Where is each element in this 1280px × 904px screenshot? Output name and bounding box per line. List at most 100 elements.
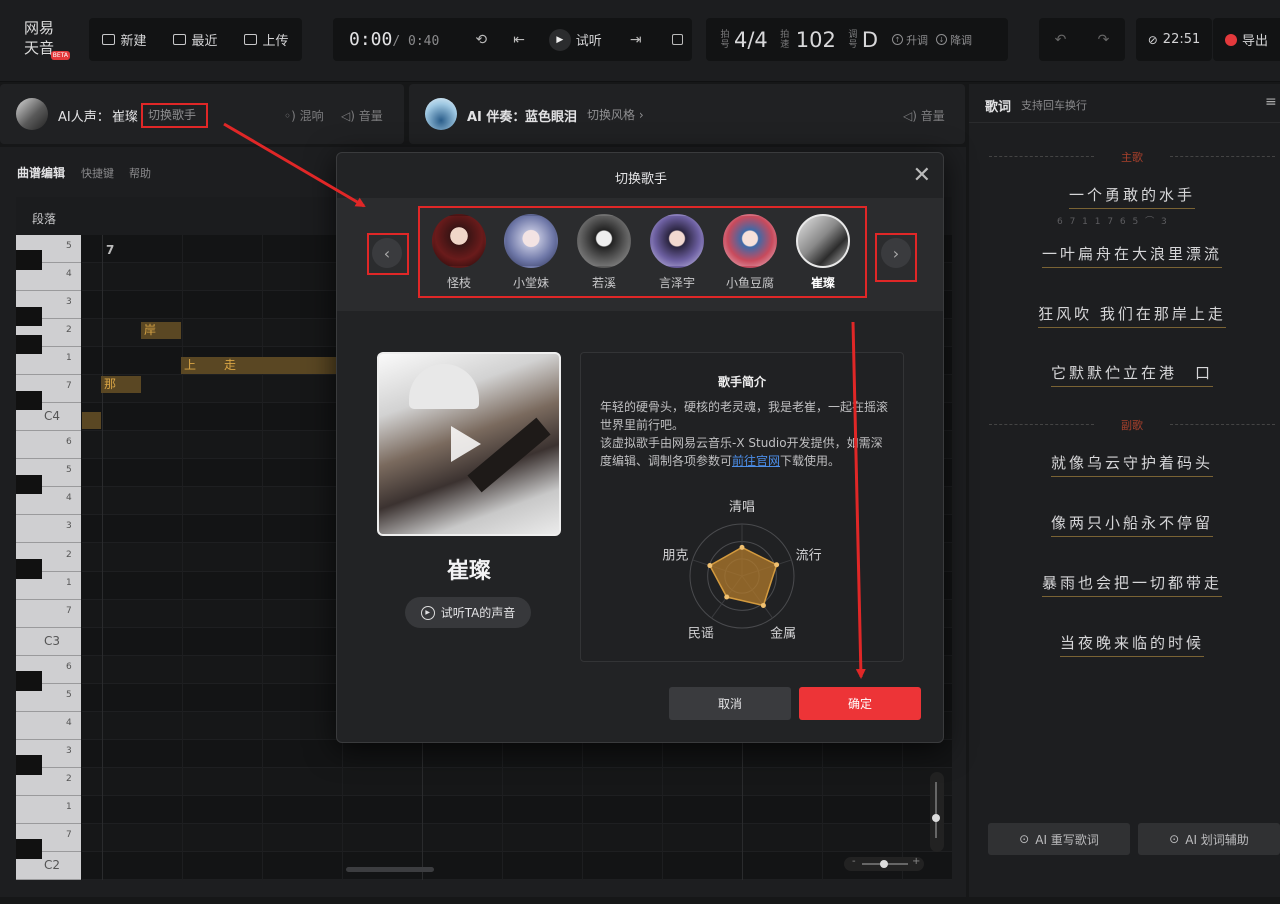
clock-icon: ⊘ [1147, 32, 1158, 47]
beta-badge: BETA [50, 51, 70, 60]
vocal-volume-button[interactable]: ◁) 音量 [341, 107, 383, 124]
singer-option[interactable]: 言泽宇 [649, 214, 705, 291]
ai-icon: ⊙ [1019, 832, 1030, 846]
play-icon[interactable] [451, 426, 481, 462]
vzoom-handle[interactable] [932, 814, 940, 822]
radar-area [708, 546, 778, 607]
singer-option[interactable]: 怪枝 [431, 214, 487, 291]
tempo-value[interactable]: 102 [796, 28, 836, 52]
stop-icon[interactable] [671, 34, 683, 45]
lyric-text: 当夜晚来临的时候 [1059, 634, 1204, 657]
horizontal-scrollbar[interactable] [346, 867, 434, 872]
lyric-line[interactable]: 暴雨也会把一切都带走 [989, 572, 1275, 597]
singer-cover-image[interactable] [377, 352, 561, 536]
reverb-button[interactable]: ◦) 混响 [284, 107, 324, 124]
ai-assist-button[interactable]: ⊙ AI 划词辅助 [1138, 823, 1280, 855]
recent-label: 最近 [191, 34, 218, 49]
zoom-in-icon[interactable]: + [912, 856, 920, 867]
lyric-line[interactable]: 一个勇敢的水手 [989, 184, 1275, 209]
key-up-label: 升调 [906, 33, 929, 47]
piano-black-key[interactable] [16, 671, 42, 691]
beat-value[interactable]: 4/4 [734, 28, 768, 52]
zoom-out-icon[interactable]: - [852, 856, 856, 867]
note-block[interactable]: 岸 [141, 322, 181, 339]
piano-key-label: 2 [66, 773, 72, 784]
new-button[interactable]: 新建 [102, 30, 147, 49]
zoom-handle[interactable] [880, 860, 888, 868]
lyric-line[interactable]: 当夜晚来临的时候 [989, 632, 1275, 657]
piano-black-key[interactable] [16, 250, 42, 271]
singer-name: 崔璨 [810, 276, 835, 290]
upload-button[interactable]: 上传 [244, 30, 289, 49]
singer-option-selected[interactable]: 崔璨 [795, 214, 851, 291]
piano-key-label: 4 [66, 269, 72, 280]
confirm-button[interactable]: 确定 [799, 687, 921, 720]
skip-back-icon[interactable]: ⇤ [513, 32, 525, 48]
clock-value: 22:51 [1162, 32, 1201, 47]
divider [969, 122, 1280, 123]
accomp-volume-button[interactable]: ◁) 音量 [903, 107, 945, 124]
key-down-button[interactable]: ↓ 降调 [936, 32, 972, 48]
close-icon[interactable]: ✕ [913, 163, 931, 188]
lyric-line[interactable]: 就像乌云守护着码头 [989, 452, 1275, 477]
listen-voice-button[interactable]: ▶ 试听TA的声音 [405, 597, 531, 628]
intro-paragraph: 年轻的硬骨头，硬核的老灵魂，我是老崔，一起在摇滚世界里前行吧。 [600, 400, 889, 432]
piano-black-key[interactable] [16, 390, 42, 411]
piano-key-label: 6 [66, 437, 72, 448]
zoom-slider[interactable]: - + [844, 856, 924, 871]
note-block[interactable]: 上 [181, 357, 221, 374]
singer-option[interactable]: 小鱼豆腐 [722, 214, 778, 291]
lyric-line[interactable]: 狂风吹 我们在那岸上走 [989, 303, 1275, 328]
loop-icon[interactable]: ⟲ [475, 32, 487, 48]
recent-button[interactable]: 最近 [173, 30, 218, 49]
radar-point [707, 563, 713, 569]
key-value[interactable]: D [862, 28, 878, 52]
piano-black-key[interactable] [16, 558, 42, 579]
time-current: 0:00 [349, 29, 393, 50]
prev-arrow-icon[interactable]: ‹ [372, 238, 402, 268]
upload-label: 上传 [262, 34, 289, 49]
shortcuts-link[interactable]: 快捷键 [81, 165, 114, 181]
ai-rewrite-button[interactable]: ⊙ AI 重写歌词 [988, 823, 1130, 855]
piano-black-key[interactable] [16, 306, 42, 327]
piano-black-key[interactable] [16, 334, 42, 355]
lyric-text: 狂风吹 我们在那岸上走 [1038, 305, 1226, 328]
undo-icon[interactable]: ↶ [1055, 32, 1067, 48]
official-site-link[interactable]: 前往官网 [732, 454, 780, 468]
singer-option[interactable]: 小堂妹 [503, 214, 559, 291]
export-button[interactable]: 导出 [1224, 30, 1268, 49]
cancel-button[interactable]: 取消 [669, 687, 791, 720]
vertical-zoom-slider[interactable] [930, 772, 944, 852]
lyric-line[interactable]: 像两只小船永不停留 [989, 512, 1275, 537]
piano-black-key[interactable] [16, 755, 42, 775]
help-link[interactable]: 帮助 [129, 165, 151, 181]
piano-key-label: 3 [66, 745, 72, 756]
switch-style-label: 切换风格 [587, 108, 636, 122]
menu-icon[interactable]: ≡ [1265, 94, 1277, 110]
note-block[interactable] [82, 412, 101, 429]
redo-icon[interactable]: ↷ [1098, 32, 1110, 48]
note-block[interactable]: 那 [101, 376, 141, 393]
switch-singer-link[interactable]: 切换歌手 [148, 106, 196, 123]
piano-keyboard[interactable]: 5 4 3 2 1 7 C4 6 5 4 3 2 1 7 C3 6 5 4 3 2 1 7 C2 [16, 235, 81, 880]
section-verse: 主歌 [989, 149, 1275, 165]
export-group: 导出 [1213, 18, 1280, 61]
piano-key-label: 5 [66, 465, 72, 476]
piano-key-label: C3 [44, 633, 61, 648]
lyric-line[interactable]: 它默默伫立在港 口 [989, 362, 1275, 387]
transport-group: 0:00/ 0:40 ⟲ ⇤ ▶ 试听 ⇥ [333, 18, 692, 61]
key-label: 调号 [848, 29, 858, 50]
vocal-singer-name: 崔璨 [112, 110, 139, 125]
switch-style-link[interactable]: 切换风格 › [587, 106, 644, 123]
preview-button[interactable]: ▶ 试听 [548, 28, 602, 51]
piano-black-key[interactable] [16, 474, 42, 495]
note-block[interactable]: 走 [221, 357, 336, 374]
lyric-line[interactable]: 一叶扁舟在大浪里漂流 [989, 243, 1275, 268]
ai-assist-label: AI 划词辅助 [1185, 832, 1249, 847]
singer-option[interactable]: 若溪 [576, 214, 632, 291]
skip-forward-icon[interactable]: ⇥ [630, 32, 642, 48]
piano-black-key[interactable] [16, 839, 42, 859]
next-arrow-icon[interactable]: › [881, 238, 911, 268]
key-up-button[interactable]: ↑ 升调 [892, 32, 928, 48]
clock-group: ⊘ 22:51 [1136, 18, 1212, 61]
